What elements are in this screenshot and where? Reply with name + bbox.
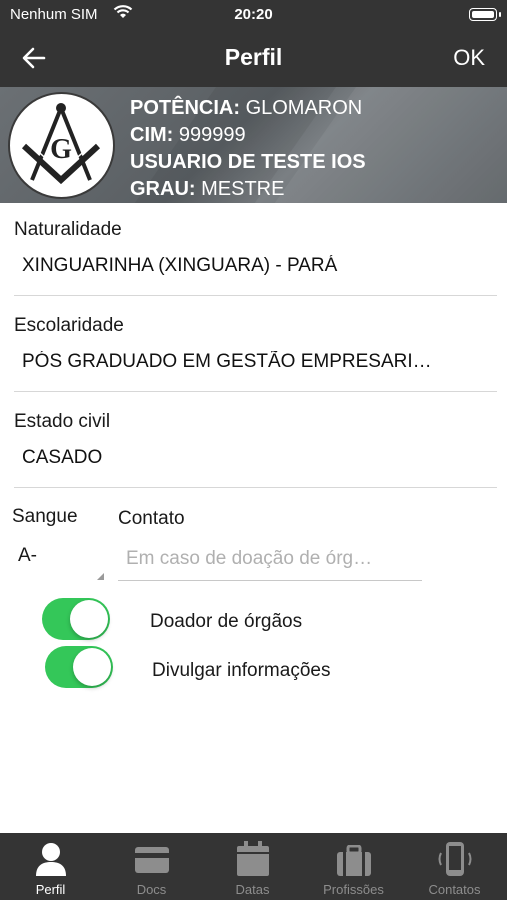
- tab-label: Contatos: [428, 882, 481, 897]
- divider: [14, 391, 497, 392]
- member-name: USUARIO DE TESTE IOS: [130, 151, 366, 173]
- tab-label: Perfil: [35, 882, 66, 897]
- naturalidade-field[interactable]: Naturalidade XINGUARINHA (XINGUARA) - PA…: [14, 219, 497, 297]
- card-icon: [134, 847, 169, 873]
- calendar-icon: [236, 841, 269, 876]
- briefcase-icon: [336, 845, 371, 876]
- tab-perfil[interactable]: Perfil: [0, 833, 101, 900]
- divider: [14, 295, 497, 296]
- potencia-row: POTÊNCIA: GLOMARON: [130, 97, 363, 119]
- tab-docs[interactable]: Docs: [101, 833, 202, 900]
- sangue-label: Sangue: [12, 506, 78, 527]
- tab-bar: Perfil Docs Datas Profissões Contatos: [0, 833, 507, 900]
- contato-label: Contato: [118, 508, 185, 529]
- masonic-logo: G: [8, 92, 115, 199]
- tab-profissoes[interactable]: Profissões: [303, 833, 404, 900]
- status-bar: Nenhum SIM 20:20: [0, 0, 507, 30]
- tab-label: Datas: [235, 882, 270, 897]
- organ-donor-toggle[interactable]: [42, 598, 110, 640]
- grau-row: GRAU: MESTRE: [130, 178, 285, 200]
- member-info: POTÊNCIA: GLOMARON CIM: 999999 USUARIO D…: [130, 95, 366, 203]
- phone-icon: [438, 842, 471, 876]
- tab-datas[interactable]: Datas: [202, 833, 303, 900]
- dropdown-corner-icon: [97, 573, 104, 580]
- blood-type-select[interactable]: A-: [12, 535, 104, 580]
- share-info-label: Divulgar informações: [152, 660, 331, 681]
- tab-label: Docs: [136, 882, 167, 897]
- logo-letter: G: [50, 134, 72, 165]
- naturalidade-value: XINGUARINHA (XINGUARA) - PARÁ: [22, 255, 338, 276]
- escolaridade-value: PÓS GRADUADO EM GESTÃO EMPRESARI…: [22, 351, 432, 372]
- person-icon: [35, 843, 66, 876]
- back-arrow-icon[interactable]: [18, 42, 50, 74]
- toggle-knob: [73, 648, 111, 686]
- escolaridade-label: Escolaridade: [14, 315, 124, 336]
- battery-icon: [469, 8, 501, 21]
- profile-header: G POTÊNCIA: GLOMARON CIM: 999999 USUARIO…: [0, 87, 507, 203]
- divider: [14, 487, 497, 488]
- contact-input[interactable]: [118, 537, 422, 581]
- blood-type-value: A-: [18, 545, 37, 566]
- toggle-knob: [70, 600, 108, 638]
- organ-donor-label: Doador de órgãos: [150, 611, 303, 632]
- cim-row: CIM: 999999: [130, 124, 246, 146]
- tab-label: Profissões: [323, 882, 384, 897]
- page-title: Perfil: [224, 44, 283, 70]
- share-info-toggle[interactable]: [45, 646, 113, 688]
- navigation-bar: Perfil OK: [0, 30, 507, 87]
- clock: 20:20: [234, 6, 273, 23]
- estado-civil-field[interactable]: Estado civil CASADO: [14, 411, 497, 489]
- naturalidade-label: Naturalidade: [14, 219, 122, 240]
- estado-civil-value: CASADO: [22, 447, 103, 468]
- escolaridade-field[interactable]: Escolaridade PÓS GRADUADO EM GESTÃO EMPR…: [14, 315, 497, 393]
- estado-civil-label: Estado civil: [14, 411, 111, 432]
- tab-contatos[interactable]: Contatos: [404, 833, 505, 900]
- ok-button[interactable]: OK: [453, 45, 485, 71]
